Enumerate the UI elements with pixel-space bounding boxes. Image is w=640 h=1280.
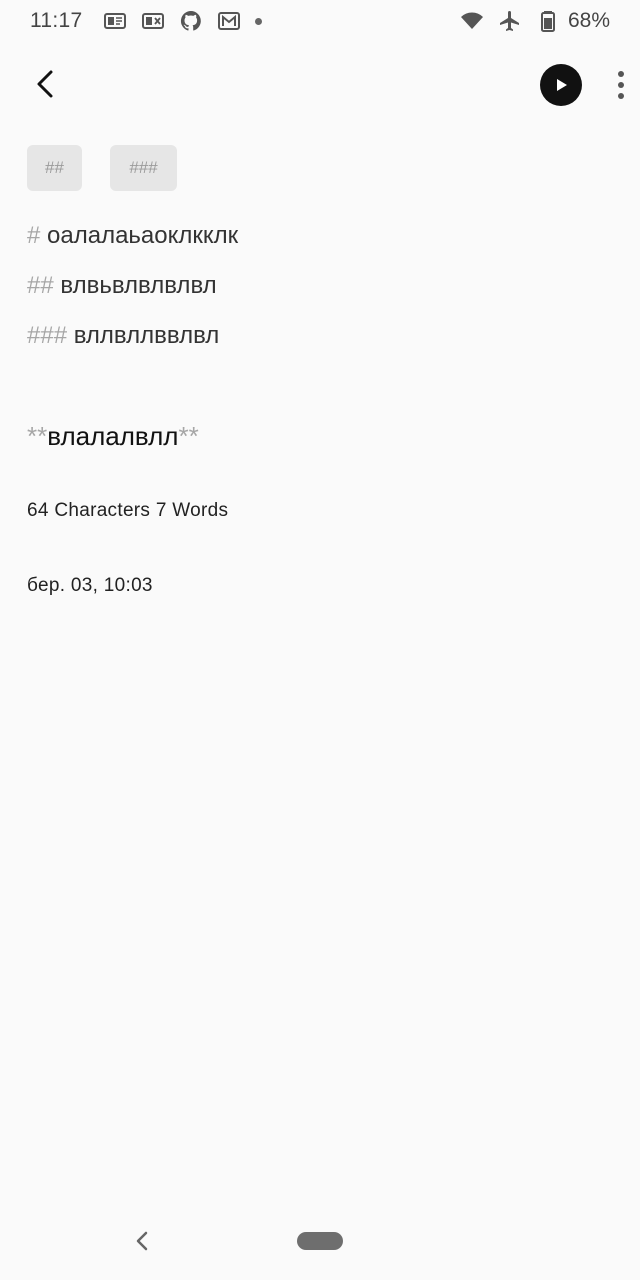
wifi-icon	[460, 9, 484, 33]
dot-icon	[254, 17, 262, 25]
notification-icon-2	[141, 9, 165, 33]
note-date: бер. 03, 10:03	[27, 575, 153, 596]
nav-home-pill[interactable]	[297, 1232, 343, 1250]
battery-percent: 68%	[567, 9, 610, 32]
notification-icon-1	[103, 9, 127, 33]
h2-text: влвьвлвлвлвл	[53, 272, 217, 299]
app-toolbar	[0, 50, 640, 120]
battery-icon	[536, 9, 560, 33]
more-vert-icon	[618, 71, 624, 77]
status-left: 11:17	[30, 9, 262, 33]
editor-line-bold: **влалалвлл**	[27, 421, 199, 452]
heading-chips: ## ###	[27, 145, 177, 191]
editor-line-h2: ## влвьвлвлвлвл	[27, 272, 217, 300]
airplane-icon	[498, 9, 522, 33]
bold-close-marker: **	[178, 421, 199, 451]
h1-marker: #	[27, 222, 41, 249]
back-arrow-icon	[37, 70, 53, 98]
status-bar: 11:17 68%	[0, 0, 640, 42]
github-icon	[179, 9, 203, 33]
preview-play-button[interactable]	[540, 64, 582, 106]
h3-marker: ###	[27, 322, 68, 349]
character-word-count: 64 Characters 7 Words	[27, 500, 229, 521]
more-options-button[interactable]	[604, 64, 638, 106]
nav-back-icon	[136, 1231, 148, 1251]
h2-chip-button[interactable]: ##	[27, 145, 82, 191]
nav-back-button[interactable]	[128, 1225, 156, 1257]
editor-line-h1: # оалалаьаоклкклк	[27, 222, 238, 250]
editor-line-h3: ### вллвллввлвл	[27, 322, 219, 350]
h1-text: оалалаьаоклкклк	[40, 222, 239, 249]
system-nav-bar	[0, 1215, 640, 1270]
status-time: 11:17	[30, 9, 83, 32]
back-button[interactable]	[24, 62, 68, 106]
status-right: 68%	[460, 9, 610, 33]
h2-marker: ##	[27, 272, 54, 299]
h3-text: вллвллввлвл	[67, 322, 220, 349]
play-icon	[557, 79, 567, 91]
bold-text: влалалвлл	[47, 421, 179, 451]
gmail-icon	[217, 9, 241, 33]
bold-open-marker: **	[27, 421, 48, 451]
h3-chip-button[interactable]: ###	[110, 145, 177, 191]
